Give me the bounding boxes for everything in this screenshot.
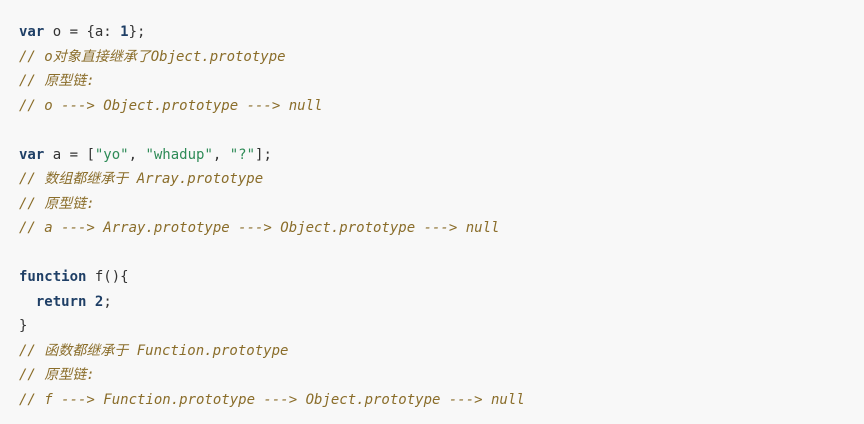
code-punctuation: ]; xyxy=(255,146,272,163)
code-line: // 原型链: xyxy=(19,192,864,217)
code-keyword: var xyxy=(19,146,45,163)
code-block[interactable]: var o = {a: 1}; // o对象直接继承了Object.prototy… xyxy=(0,0,864,424)
code-line: // o ---> Object.prototype ---> null xyxy=(19,94,864,119)
code-keyword: return xyxy=(35,293,87,310)
code-comment: // a ---> Array.prototype ---> Object.pr… xyxy=(19,220,500,236)
code-comment: // 原型链: xyxy=(19,73,95,89)
code-comment: // o对象直接继承了Object.prototype xyxy=(19,48,286,65)
code-punctuation: ; xyxy=(103,293,112,310)
code-line: return 2; xyxy=(19,290,864,315)
code-line: // f ---> Function.prototype ---> Object… xyxy=(19,388,864,413)
code-line: // 函数都继承于 Function.prototype xyxy=(19,339,864,364)
code-punctuation: }; xyxy=(128,24,146,40)
code-comment: // 函数都继承于 Function.prototype xyxy=(19,342,289,359)
code-line: function f(){ xyxy=(19,265,864,290)
code-line: // 原型链: xyxy=(19,363,864,388)
code-line: var a = ["yo", "whadup", "?"]; xyxy=(19,143,864,168)
code-number: 1 xyxy=(120,24,129,40)
code-line: // 数组都继承于 Array.prototype xyxy=(19,167,864,192)
code-comment: // f ---> Function.prototype ---> Object… xyxy=(19,391,525,408)
code-keyword: function xyxy=(19,269,87,285)
code-punctuation: , xyxy=(128,146,146,163)
code-string: "whadup" xyxy=(145,146,213,163)
code-comment: // 数组都继承于 Array.prototype xyxy=(19,171,264,187)
code-line: // 原型链: xyxy=(19,69,864,94)
code-line: } xyxy=(19,314,864,339)
code-string: "?" xyxy=(229,146,256,163)
code-punctuation: {a: xyxy=(86,24,121,40)
code-text: a = [ xyxy=(44,146,95,163)
code-line: // a ---> Array.prototype ---> Object.pr… xyxy=(19,216,864,241)
code-line: var o = {a: 1}; xyxy=(19,20,864,45)
code-string: "yo" xyxy=(94,146,129,163)
code-comment: // 原型链: xyxy=(19,367,95,383)
code-comment: // 原型链: xyxy=(19,195,95,212)
code-keyword: var xyxy=(19,24,45,40)
code-punctuation: } xyxy=(19,318,28,334)
code-text: o = xyxy=(44,24,87,40)
code-line: // o对象直接继承了Object.prototype xyxy=(19,45,864,70)
code-punctuation: , xyxy=(212,146,230,163)
code-comment: // o ---> Object.prototype ---> null xyxy=(19,97,323,114)
code-text: f(){ xyxy=(86,269,129,285)
